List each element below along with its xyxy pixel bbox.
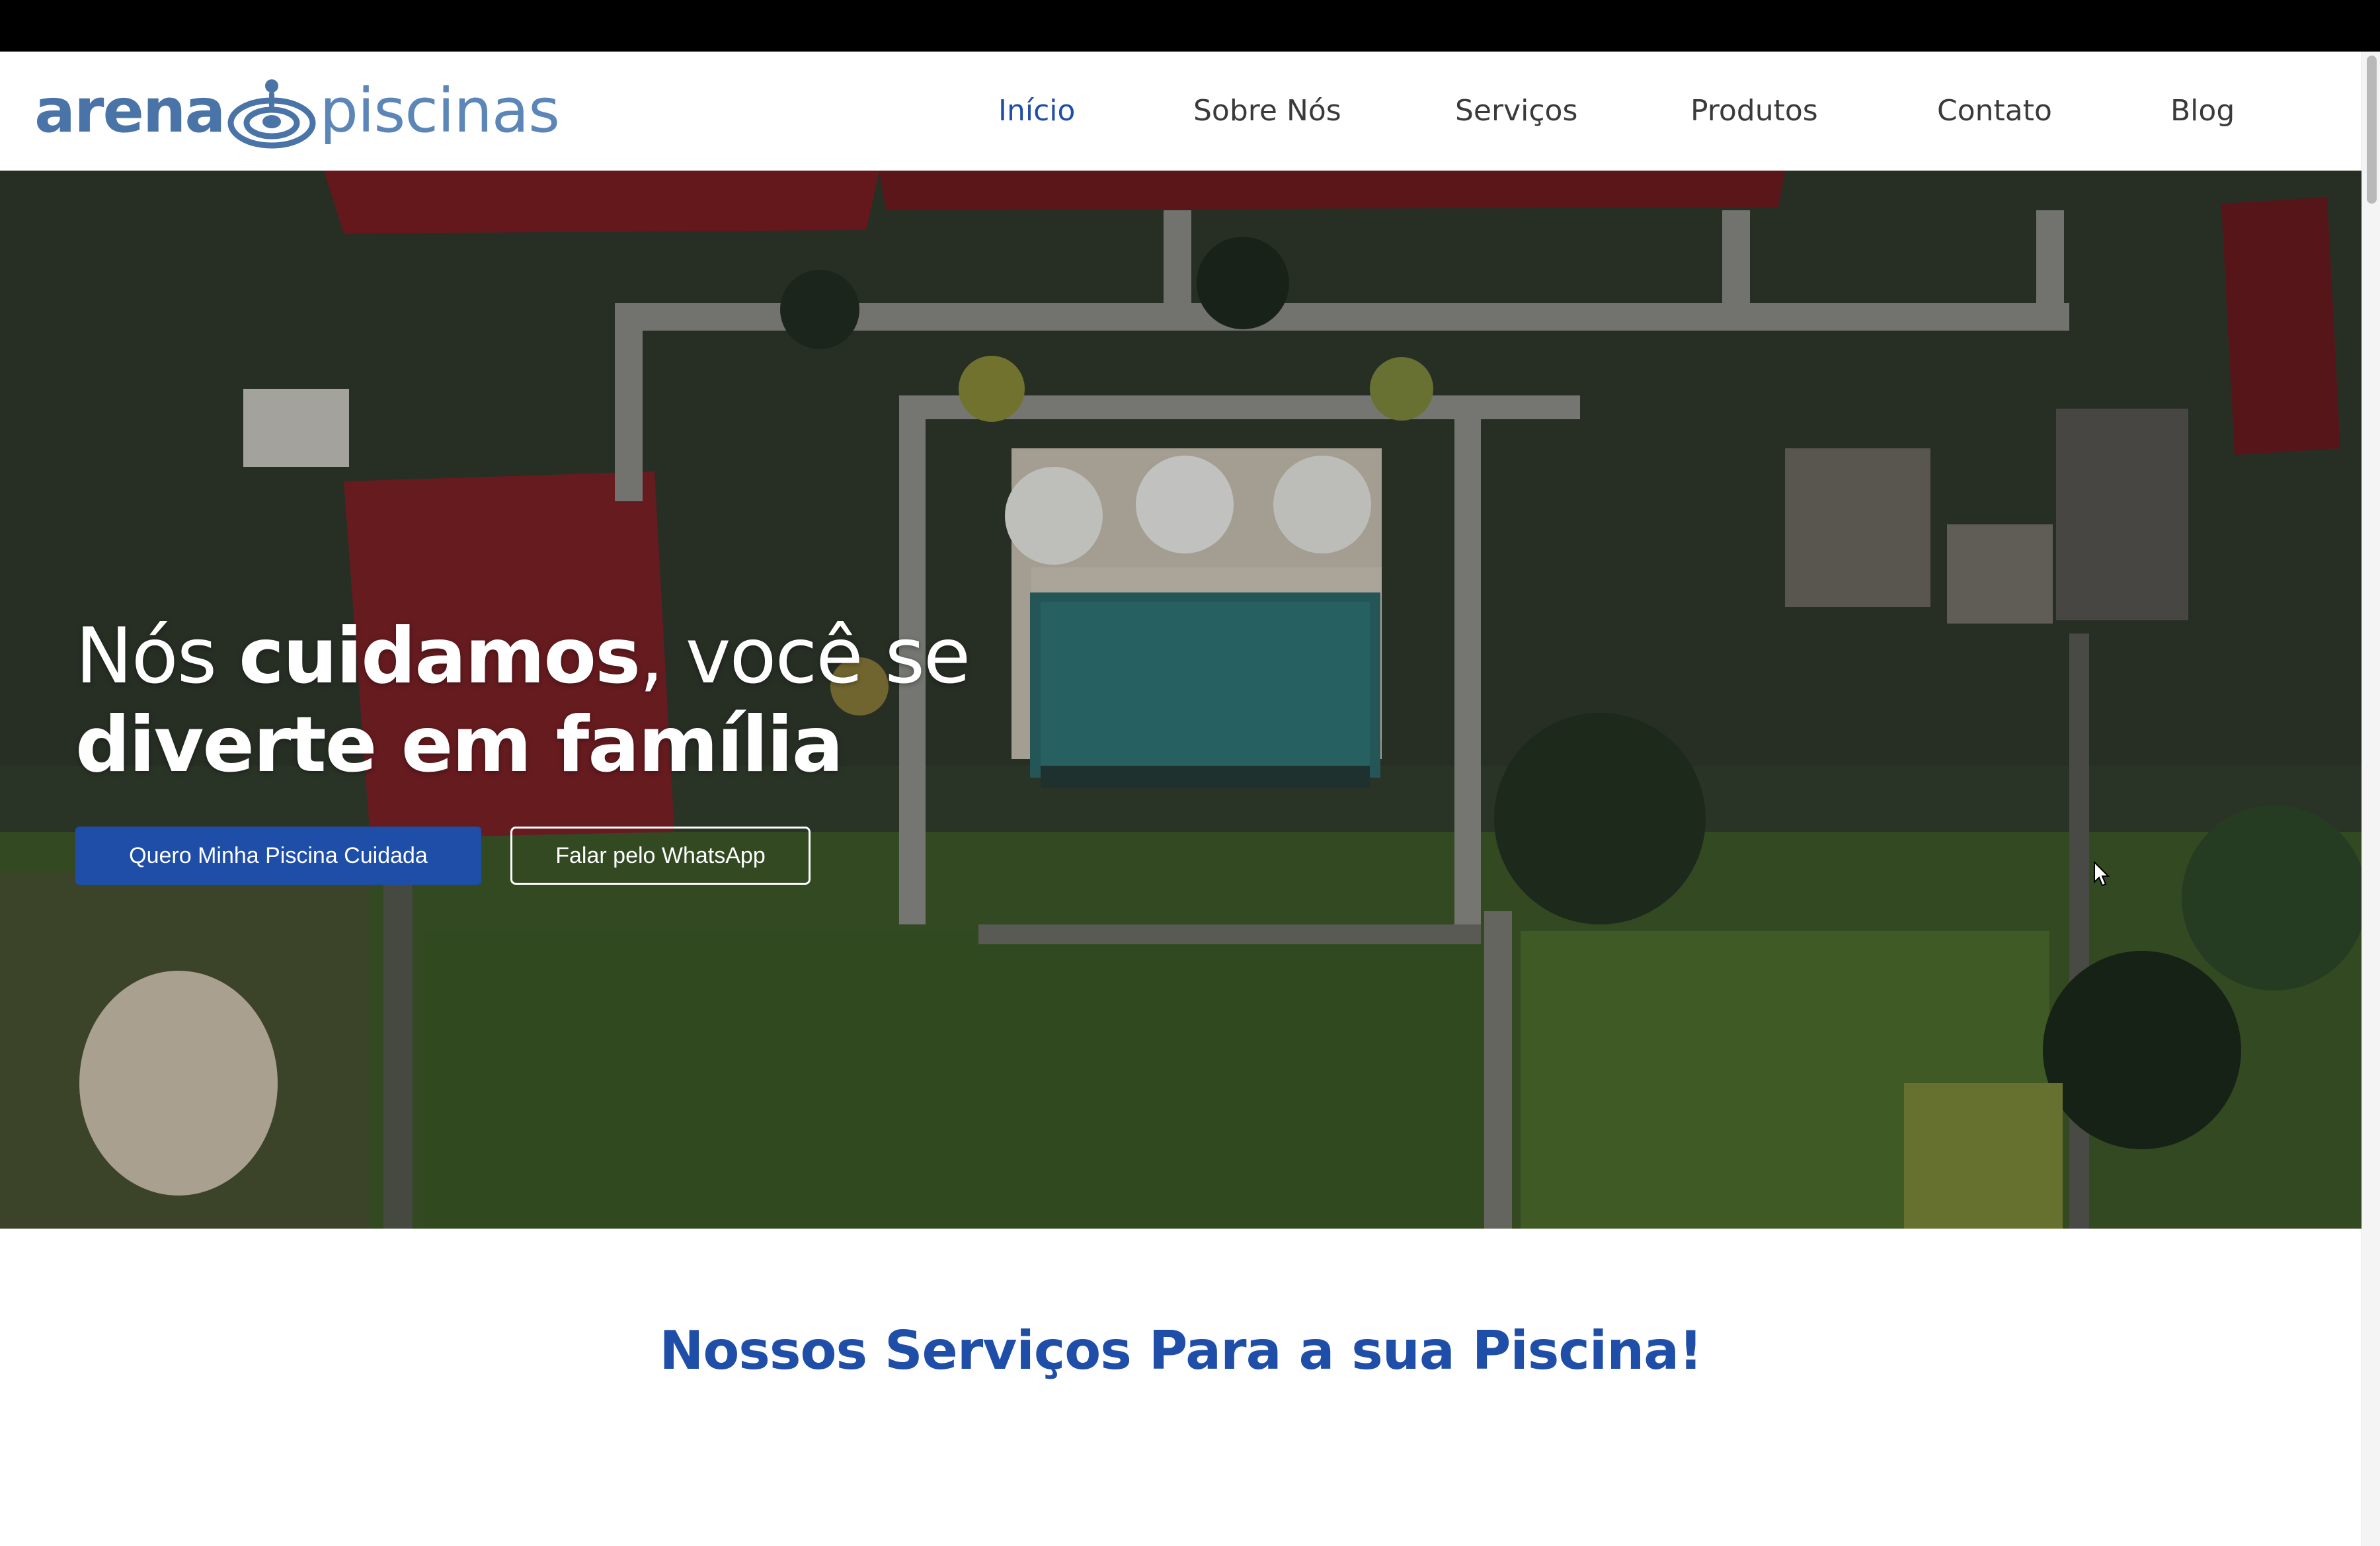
main-nav: Início Sobre Nós Serviços Produtos Conta… (965, 52, 2261, 171)
nav-item-inicio[interactable]: Início (998, 52, 1075, 171)
logo-word-arena: arena (34, 75, 225, 146)
web-page: arena piscinas Início Sobre Nós Serviços… (0, 52, 2361, 1546)
water-drop-icon (227, 79, 316, 149)
hero-title-line-2: diverte em família (75, 700, 844, 790)
cta-primary-button[interactable]: Quero Minha Piscina Cuidada (75, 827, 481, 885)
hero-title: Nós cuidamos, você se diverte em família (75, 612, 1001, 790)
nav-item-produtos[interactable]: Produtos (1690, 52, 1818, 171)
page-scrollbar[interactable] (2361, 52, 2380, 1546)
brand-logo[interactable]: arena piscinas (34, 73, 560, 149)
hero-title-part-1: Nós (75, 612, 239, 701)
hero-section: Nós cuidamos, você se diverte em família … (0, 171, 2361, 1229)
whatsapp-button[interactable]: Falar pelo WhatsApp (510, 827, 811, 885)
nav-item-blog[interactable]: Blog (2170, 52, 2235, 171)
nav-item-sobre-nos[interactable]: Sobre Nós (1193, 52, 1341, 171)
mouse-cursor-icon (2094, 861, 2110, 887)
scrollbar-thumb[interactable] (2367, 56, 2377, 204)
services-heading: Nossos Serviços Para a sua Piscina! (659, 1320, 1702, 1381)
hero-title-part-2: , você se (639, 612, 971, 701)
browser-top-bar (0, 0, 2380, 52)
nav-item-contato[interactable]: Contato (1937, 52, 2052, 171)
logo-word-piscinas: piscinas (319, 75, 560, 146)
site-header: arena piscinas Início Sobre Nós Serviços… (0, 52, 2361, 171)
nav-item-servicos[interactable]: Serviços (1455, 52, 1577, 171)
hero-title-highlight: cuidamos (239, 612, 641, 701)
